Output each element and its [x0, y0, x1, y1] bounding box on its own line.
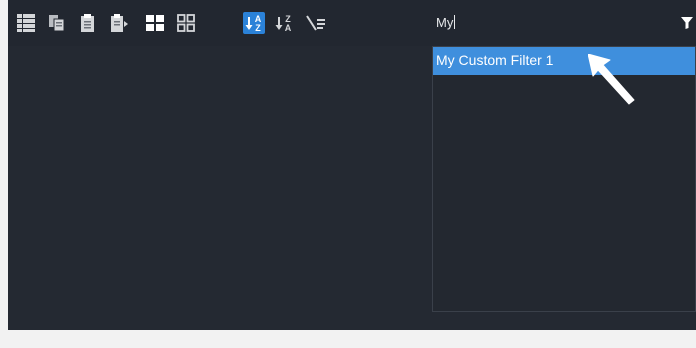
sort-a-z-icon: A Z [245, 14, 262, 33]
grid-large-button[interactable] [144, 12, 166, 34]
copy-button[interactable] [46, 12, 68, 34]
text-caret [454, 15, 456, 29]
clear-filter-button[interactable] [305, 12, 327, 34]
toolbar: A Z Z A My [8, 0, 696, 46]
app-window: A Z Z A My My Custom Filter 1 [8, 0, 696, 330]
sort-descending-button[interactable]: Z A [273, 12, 295, 34]
dropdown-item-label: My Custom Filter 1 [436, 52, 554, 68]
sort-z-a-icon: Z A [275, 14, 292, 33]
filter-suggestions-dropdown: My Custom Filter 1 [432, 46, 696, 312]
filter-input[interactable]: My [432, 10, 682, 36]
list-view-button[interactable] [15, 12, 37, 34]
clipboard-icon [81, 14, 94, 32]
grid-small-button[interactable] [175, 12, 197, 34]
clear-filter-icon [306, 15, 325, 31]
svg-text:Z: Z [255, 23, 261, 33]
grid-large-icon [146, 15, 164, 31]
grid-small-icon [177, 14, 195, 32]
sort-ascending-button[interactable]: A Z [243, 12, 265, 34]
dropdown-item[interactable]: My Custom Filter 1 [433, 47, 695, 75]
paste-button[interactable] [77, 12, 99, 34]
svg-text:A: A [285, 23, 292, 33]
paste-special-button[interactable] [108, 12, 130, 34]
funnel-icon [681, 17, 693, 29]
list-icon [17, 14, 35, 32]
clipboard-play-icon [111, 14, 128, 32]
filter-input-value: My [436, 15, 454, 30]
filter-dropdown-button[interactable] [681, 16, 693, 30]
mouse-pointer-icon [588, 54, 635, 105]
copy-icon [49, 15, 65, 32]
